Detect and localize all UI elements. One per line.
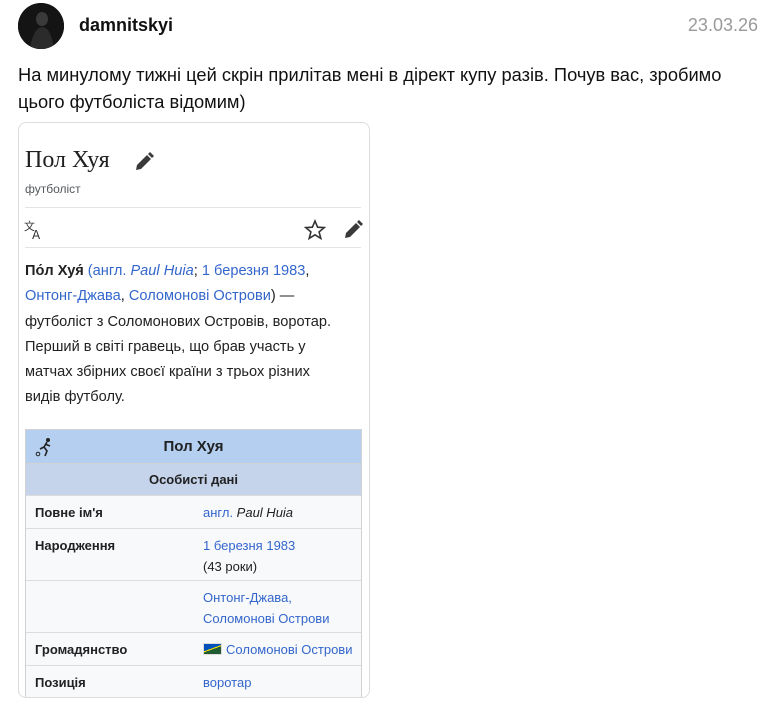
birth-date-link[interactable]: 1 березня 1983 (203, 535, 295, 556)
infobox-value: 1 березня 1983 (43 роки) (203, 535, 295, 577)
lead-closing: ) — (270, 288, 295, 305)
post-text: На минулому тижні цей скрін прилітав мен… (18, 61, 763, 115)
article-lead: По́л Хуя́ (англ. Paul Huia; 1 березня 19… (25, 259, 360, 411)
infobox-value: воротар (203, 672, 251, 693)
divider (25, 247, 361, 248)
post-date: 23.03.26 (687, 15, 758, 35)
infobox-title: Пол Хуя (163, 438, 224, 455)
age-text: (43 роки) (203, 559, 258, 574)
lead-line: Онтонг-Джава, Соломонові Острови) — (25, 284, 360, 309)
article-description: футболіст (25, 182, 81, 196)
pencil-icon[interactable] (133, 151, 155, 173)
lang-link[interactable]: англ. (93, 263, 127, 279)
infobox-value: Соломонові Острови (203, 639, 352, 660)
infobox-row: Народження 1 березня 1983 (43 роки) (26, 528, 361, 580)
svg-text:A: A (32, 228, 41, 241)
lead-name: По́л Хуя́ (25, 263, 84, 279)
infobox: Пол Хуя Особисті дані Повне ім'я англ. P… (25, 429, 362, 697)
latin-name: Paul Huia (126, 263, 194, 279)
article-title: Пол Хуя (25, 147, 110, 173)
infobox-key: Повне ім'я (35, 505, 103, 520)
lead-comma: , (305, 263, 310, 279)
infobox-section-header: Особисті дані (26, 463, 361, 495)
edit-icon[interactable] (342, 219, 364, 241)
birth-city-link[interactable]: Онтонг-Джава, (203, 587, 329, 608)
username[interactable]: damnitskyi (79, 15, 173, 36)
birth-country-link[interactable]: Соломонові Острови (129, 288, 271, 304)
post-header: damnitskyi 23.03.26 (18, 3, 763, 49)
infobox-key: Народження (35, 538, 116, 553)
infobox-title-bar: Пол Хуя (26, 430, 361, 463)
lead-semicolon: ; (193, 263, 202, 279)
lead-line: По́л Хуя́ (англ. Paul Huia; 1 березня 19… (25, 259, 360, 284)
lead-line: матчах збірних своєї країни з трьох різн… (25, 364, 310, 381)
star-icon[interactable] (304, 219, 326, 241)
birth-date-link[interactable]: 1 березня 1983 (202, 263, 306, 279)
infobox-row: Онтонг-Джава, Соломонові Острови (26, 580, 361, 632)
post-text-line: На минулому тижні цей скрін прилітав мен… (18, 64, 722, 85)
lead-comma: , (120, 288, 129, 305)
position-link[interactable]: воротар (203, 675, 251, 690)
birth-country-link[interactable]: Соломонові Острови (203, 608, 329, 629)
infobox-row: Повне ім'я англ. Paul Huia (26, 495, 361, 528)
lead-line: Перший в світі гравець, що брав участь у (25, 338, 306, 355)
lang-link[interactable]: англ. (203, 505, 233, 520)
birth-city-link[interactable]: Онтонг-Джава (25, 288, 121, 304)
solomon-islands-flag-icon (203, 643, 222, 655)
language-icon[interactable]: 文 A (23, 219, 45, 241)
infobox-value: англ. Paul Huia (203, 502, 293, 523)
infobox-key: Громадянство (35, 642, 128, 657)
lead-paren: ( (83, 263, 93, 279)
infobox-row: Позиція воротар (26, 665, 361, 697)
infobox-value: Онтонг-Джава, Соломонові Острови (203, 587, 329, 629)
lead-line: видів футболу. (25, 389, 125, 406)
divider (25, 207, 361, 208)
citizenship-link[interactable]: Соломонові Острови (226, 642, 352, 657)
post-text-line: цього футболіста відомим) (18, 91, 246, 112)
attached-screenshot[interactable]: Пол Хуя футболіст 文 A По́л Хуя́ (англ. P… (18, 122, 370, 698)
infobox-row: Громадянство Соломонові Острови (26, 632, 361, 665)
avatar[interactable] (18, 3, 64, 49)
infobox-key: Позиція (35, 675, 86, 690)
latin-name: Paul Huia (233, 505, 294, 520)
lead-line: футболіст з Соломонових Островів, ворота… (25, 313, 332, 330)
